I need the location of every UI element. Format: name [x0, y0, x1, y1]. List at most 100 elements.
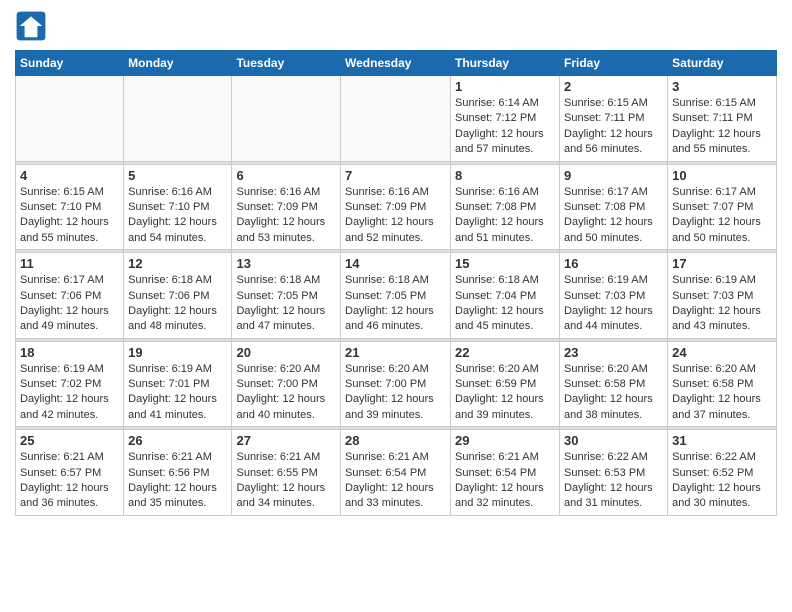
calendar-cell: 8 Sunrise: 6:16 AM Sunset: 7:08 PM Daylig… — [451, 164, 560, 250]
day-info: Sunrise: 6:19 AM Sunset: 7:02 PM Dayligh… — [20, 362, 119, 424]
day-number: 31 — [672, 433, 772, 448]
day-info: Sunrise: 6:20 AM Sunset: 7:00 PM Dayligh… — [345, 362, 446, 424]
logo-icon — [15, 10, 47, 42]
day-info: Sunrise: 6:16 AM Sunset: 7:09 PM Dayligh… — [345, 185, 446, 247]
calendar-cell: 31 Sunrise: 6:22 AM Sunset: 6:52 PM Dayli… — [668, 430, 777, 516]
day-info: Sunrise: 6:17 AM Sunset: 7:08 PM Dayligh… — [564, 185, 663, 247]
calendar-cell: 22 Sunrise: 6:20 AM Sunset: 6:59 PM Dayli… — [451, 341, 560, 427]
day-number: 29 — [455, 433, 555, 448]
day-number: 12 — [128, 256, 227, 271]
day-number: 17 — [672, 256, 772, 271]
weekday-header: Tuesday — [232, 51, 341, 76]
day-number: 27 — [236, 433, 336, 448]
calendar-cell: 12 Sunrise: 6:18 AM Sunset: 7:06 PM Dayli… — [124, 253, 232, 339]
calendar-cell: 4 Sunrise: 6:15 AM Sunset: 7:10 PM Daylig… — [16, 164, 124, 250]
page-header — [15, 10, 777, 42]
day-info: Sunrise: 6:20 AM Sunset: 6:58 PM Dayligh… — [672, 362, 772, 424]
weekday-header: Monday — [124, 51, 232, 76]
day-number: 20 — [236, 345, 336, 360]
calendar-cell: 1 Sunrise: 6:14 AM Sunset: 7:12 PM Daylig… — [451, 76, 560, 162]
calendar-cell: 29 Sunrise: 6:21 AM Sunset: 6:54 PM Dayli… — [451, 430, 560, 516]
calendar-cell: 25 Sunrise: 6:21 AM Sunset: 6:57 PM Dayli… — [16, 430, 124, 516]
day-info: Sunrise: 6:16 AM Sunset: 7:10 PM Dayligh… — [128, 185, 227, 247]
day-number: 24 — [672, 345, 772, 360]
day-number: 10 — [672, 168, 772, 183]
day-info: Sunrise: 6:16 AM Sunset: 7:09 PM Dayligh… — [236, 185, 336, 247]
calendar-cell: 26Sunrise: 6:21 AM Sunset: 6:56 PM Dayli… — [124, 430, 232, 516]
calendar-cell: 21 Sunrise: 6:20 AM Sunset: 7:00 PM Dayli… — [341, 341, 451, 427]
calendar-cell — [232, 76, 341, 162]
day-number: 1 — [455, 79, 555, 94]
day-info: Sunrise: 6:21 AM Sunset: 6:54 PM Dayligh… — [345, 450, 446, 512]
day-number: 2 — [564, 79, 663, 94]
day-info: Sunrise: 6:19 AM Sunset: 7:01 PM Dayligh… — [128, 362, 227, 424]
day-info: Sunrise: 6:21 AM Sunset: 6:54 PM Dayligh… — [455, 450, 555, 512]
day-number: 7 — [345, 168, 446, 183]
day-info: Sunrise: 6:15 AM Sunset: 7:11 PM Dayligh… — [564, 96, 663, 158]
day-number: 23 — [564, 345, 663, 360]
day-number: 6 — [236, 168, 336, 183]
day-info: Sunrise: 6:15 AM Sunset: 7:11 PM Dayligh… — [672, 96, 772, 158]
calendar-cell — [124, 76, 232, 162]
calendar-cell: 7 Sunrise: 6:16 AM Sunset: 7:09 PM Daylig… — [341, 164, 451, 250]
calendar-cell — [341, 76, 451, 162]
day-number: 22 — [455, 345, 555, 360]
day-info: Sunrise: 6:18 AM Sunset: 7:05 PM Dayligh… — [345, 273, 446, 335]
day-number: 26 — [128, 433, 227, 448]
calendar-table: SundayMondayTuesdayWednesdayThursdayFrid… — [15, 50, 777, 516]
logo — [15, 10, 51, 42]
day-info: Sunrise: 6:18 AM Sunset: 7:06 PM Dayligh… — [128, 273, 227, 335]
day-info: Sunrise: 6:20 AM Sunset: 6:59 PM Dayligh… — [455, 362, 555, 424]
calendar-cell: 3Sunrise: 6:15 AM Sunset: 7:11 PM Daylig… — [668, 76, 777, 162]
day-info: Sunrise: 6:17 AM Sunset: 7:06 PM Dayligh… — [20, 273, 119, 335]
calendar-cell: 9 Sunrise: 6:17 AM Sunset: 7:08 PM Daylig… — [560, 164, 668, 250]
day-number: 14 — [345, 256, 446, 271]
calendar-cell: 18 Sunrise: 6:19 AM Sunset: 7:02 PM Dayli… — [16, 341, 124, 427]
day-number: 19 — [128, 345, 227, 360]
calendar-cell — [16, 76, 124, 162]
day-number: 16 — [564, 256, 663, 271]
day-info: Sunrise: 6:20 AM Sunset: 7:00 PM Dayligh… — [236, 362, 336, 424]
day-number: 5 — [128, 168, 227, 183]
day-number: 30 — [564, 433, 663, 448]
calendar-cell: 14 Sunrise: 6:18 AM Sunset: 7:05 PM Dayli… — [341, 253, 451, 339]
day-number: 4 — [20, 168, 119, 183]
day-number: 9 — [564, 168, 663, 183]
calendar-cell: 10 Sunrise: 6:17 AM Sunset: 7:07 PM Dayli… — [668, 164, 777, 250]
calendar-cell: 15Sunrise: 6:18 AM Sunset: 7:04 PM Dayli… — [451, 253, 560, 339]
day-info: Sunrise: 6:18 AM Sunset: 7:04 PM Dayligh… — [455, 273, 555, 335]
weekday-header: Sunday — [16, 51, 124, 76]
day-number: 18 — [20, 345, 119, 360]
day-info: Sunrise: 6:14 AM Sunset: 7:12 PM Dayligh… — [455, 96, 555, 158]
day-info: Sunrise: 6:15 AM Sunset: 7:10 PM Dayligh… — [20, 185, 119, 247]
calendar-week-row: 18 Sunrise: 6:19 AM Sunset: 7:02 PM Dayli… — [16, 341, 777, 427]
calendar-cell: 24 Sunrise: 6:20 AM Sunset: 6:58 PM Dayli… — [668, 341, 777, 427]
weekday-header: Saturday — [668, 51, 777, 76]
calendar-cell: 27 Sunrise: 6:21 AM Sunset: 6:55 PM Dayli… — [232, 430, 341, 516]
day-number: 13 — [236, 256, 336, 271]
calendar-week-row: 11 Sunrise: 6:17 AM Sunset: 7:06 PM Dayli… — [16, 253, 777, 339]
day-info: Sunrise: 6:20 AM Sunset: 6:58 PM Dayligh… — [564, 362, 663, 424]
day-number: 28 — [345, 433, 446, 448]
calendar-cell: 2 Sunrise: 6:15 AM Sunset: 7:11 PM Daylig… — [560, 76, 668, 162]
day-number: 8 — [455, 168, 555, 183]
calendar-week-row: 4 Sunrise: 6:15 AM Sunset: 7:10 PM Daylig… — [16, 164, 777, 250]
day-number: 25 — [20, 433, 119, 448]
calendar-cell: 13Sunrise: 6:18 AM Sunset: 7:05 PM Dayli… — [232, 253, 341, 339]
calendar-week-row: 25 Sunrise: 6:21 AM Sunset: 6:57 PM Dayli… — [16, 430, 777, 516]
weekday-header: Thursday — [451, 51, 560, 76]
calendar-cell: 11 Sunrise: 6:17 AM Sunset: 7:06 PM Dayli… — [16, 253, 124, 339]
day-number: 11 — [20, 256, 119, 271]
day-info: Sunrise: 6:21 AM Sunset: 6:57 PM Dayligh… — [20, 450, 119, 512]
day-info: Sunrise: 6:16 AM Sunset: 7:08 PM Dayligh… — [455, 185, 555, 247]
calendar-cell: 28 Sunrise: 6:21 AM Sunset: 6:54 PM Dayli… — [341, 430, 451, 516]
day-info: Sunrise: 6:22 AM Sunset: 6:52 PM Dayligh… — [672, 450, 772, 512]
day-number: 21 — [345, 345, 446, 360]
weekday-header-row: SundayMondayTuesdayWednesdayThursdayFrid… — [16, 51, 777, 76]
calendar-cell: 19 Sunrise: 6:19 AM Sunset: 7:01 PM Dayli… — [124, 341, 232, 427]
day-info: Sunrise: 6:21 AM Sunset: 6:55 PM Dayligh… — [236, 450, 336, 512]
day-info: Sunrise: 6:22 AM Sunset: 6:53 PM Dayligh… — [564, 450, 663, 512]
day-info: Sunrise: 6:19 AM Sunset: 7:03 PM Dayligh… — [672, 273, 772, 335]
day-info: Sunrise: 6:17 AM Sunset: 7:07 PM Dayligh… — [672, 185, 772, 247]
day-info: Sunrise: 6:19 AM Sunset: 7:03 PM Dayligh… — [564, 273, 663, 335]
